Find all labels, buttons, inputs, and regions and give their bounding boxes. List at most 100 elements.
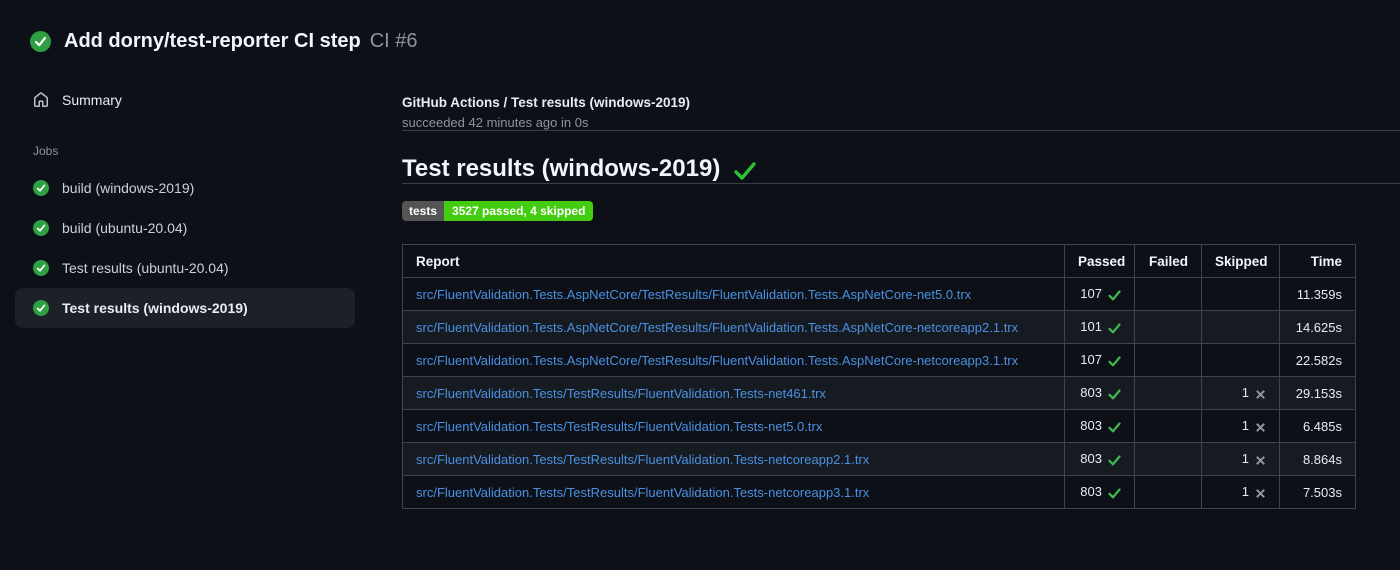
sidebar: Summary Jobs build (windows-2019) build … — [0, 53, 400, 328]
success-check-icon — [733, 161, 757, 181]
sidebar-item-job[interactable]: build (windows-2019) — [15, 168, 355, 208]
column-header-time: Time — [1279, 244, 1356, 278]
failed-cell — [1134, 409, 1202, 443]
tests-badge-label: tests — [402, 201, 445, 221]
sidebar-item-job[interactable]: build (ubuntu-20.04) — [15, 208, 355, 248]
passed-count: 803 — [1080, 418, 1102, 433]
tests-badge-value: 3527 passed, 4 skipped — [444, 201, 594, 221]
jobs-section-label: Jobs — [33, 144, 59, 158]
summary-label: Summary — [62, 92, 122, 108]
passed-check-icon — [1108, 320, 1121, 335]
table-row: src/FluentValidation.Tests/TestResults/F… — [402, 475, 1356, 509]
failed-cell — [1134, 376, 1202, 410]
passed-check-icon — [1108, 485, 1121, 500]
passed-cell: 101 — [1064, 310, 1135, 344]
column-header-passed: Passed — [1064, 244, 1135, 278]
job-label: build (ubuntu-20.04) — [62, 220, 188, 236]
skipped-cross-icon — [1255, 419, 1266, 434]
report-link[interactable]: src/FluentValidation.Tests.AspNetCore/Te… — [416, 353, 1018, 368]
section-title: Test results (windows-2019) — [402, 155, 721, 182]
passed-check-icon — [1108, 353, 1121, 368]
main-content: GitHub Actions / Test results (windows-2… — [400, 53, 1400, 509]
check-circle-icon — [33, 180, 49, 196]
skipped-cell: 1 — [1201, 475, 1280, 509]
skipped-count: 1 — [1241, 385, 1249, 400]
time-value: 8.864s — [1279, 442, 1356, 476]
table-row: src/FluentValidation.Tests.AspNetCore/Te… — [402, 343, 1356, 377]
tests-badge: tests 3527 passed, 4 skipped — [402, 201, 594, 221]
passed-cell: 803 — [1064, 376, 1135, 410]
column-header-failed: Failed — [1134, 244, 1202, 278]
failed-cell — [1134, 475, 1202, 509]
time-value: 29.153s — [1279, 376, 1356, 410]
passed-count: 803 — [1080, 484, 1102, 499]
time-value: 11.359s — [1279, 277, 1356, 311]
report-link[interactable]: src/FluentValidation.Tests.AspNetCore/Te… — [416, 287, 971, 302]
time-value: 6.485s — [1279, 409, 1356, 443]
time-value: 22.582s — [1279, 343, 1356, 377]
passed-cell: 803 — [1064, 409, 1135, 443]
skipped-cell: 1 — [1201, 376, 1280, 410]
time-value: 7.503s — [1279, 475, 1356, 509]
run-title: Add dorny/test-reporter CI step — [64, 30, 361, 52]
run-header: Add dorny/test-reporter CI step CI #6 — [0, 0, 1400, 53]
check-circle-icon — [33, 220, 49, 236]
check-circle-icon — [33, 300, 49, 316]
section-heading: Test results (windows-2019) — [402, 155, 1400, 183]
divider — [402, 183, 1400, 184]
skipped-cross-icon — [1255, 386, 1266, 401]
column-header-report: Report — [402, 244, 1065, 278]
failed-cell — [1134, 343, 1202, 377]
passed-count: 107 — [1080, 286, 1102, 301]
passed-check-icon — [1108, 419, 1121, 434]
check-run-status: succeeded 42 minutes ago in 0s — [402, 115, 589, 130]
skipped-cross-icon — [1255, 452, 1266, 467]
skipped-cell — [1201, 343, 1280, 377]
home-icon — [33, 92, 49, 108]
passed-count: 803 — [1080, 451, 1102, 466]
divider — [402, 130, 1400, 131]
column-header-skipped: Skipped — [1201, 244, 1280, 278]
skipped-count: 1 — [1241, 451, 1249, 466]
passed-check-icon — [1108, 386, 1121, 401]
passed-cell: 107 — [1064, 343, 1135, 377]
skipped-count: 1 — [1241, 418, 1249, 433]
sidebar-item-job[interactable]: Test results (windows-2019) — [15, 288, 355, 328]
passed-cell: 107 — [1064, 277, 1135, 311]
sidebar-item-job[interactable]: Test results (ubuntu-20.04) — [15, 248, 355, 288]
check-circle-icon — [33, 260, 49, 276]
report-link[interactable]: src/FluentValidation.Tests/TestResults/F… — [416, 386, 826, 401]
report-link[interactable]: src/FluentValidation.Tests/TestResults/F… — [416, 452, 869, 467]
passed-count: 803 — [1080, 385, 1102, 400]
skipped-cell — [1201, 277, 1280, 311]
passed-cell: 803 — [1064, 442, 1135, 476]
skipped-count: 1 — [1241, 484, 1249, 499]
report-link[interactable]: src/FluentValidation.Tests.AspNetCore/Te… — [416, 320, 1018, 335]
table-row: src/FluentValidation.Tests/TestResults/F… — [402, 376, 1356, 410]
passed-check-icon — [1108, 452, 1121, 467]
table-row: src/FluentValidation.Tests.AspNetCore/Te… — [402, 310, 1356, 344]
table-row: src/FluentValidation.Tests/TestResults/F… — [402, 409, 1356, 443]
table-row: src/FluentValidation.Tests.AspNetCore/Te… — [402, 277, 1356, 311]
skipped-cell: 1 — [1201, 442, 1280, 476]
table-row: src/FluentValidation.Tests/TestResults/F… — [402, 442, 1356, 476]
job-label: build (windows-2019) — [62, 180, 195, 196]
failed-cell — [1134, 310, 1202, 344]
run-success-check-circle-icon — [30, 31, 51, 52]
report-link[interactable]: src/FluentValidation.Tests/TestResults/F… — [416, 485, 869, 500]
jobs-list: build (windows-2019) build (ubuntu-20.04… — [15, 168, 355, 328]
passed-count: 107 — [1080, 352, 1102, 367]
skipped-cell — [1201, 310, 1280, 344]
job-label: Test results (ubuntu-20.04) — [62, 260, 229, 276]
passed-check-icon — [1108, 287, 1121, 302]
passed-count: 101 — [1080, 319, 1102, 334]
test-results-table: Report Passed Failed Skipped Time src/Fluent… — [402, 244, 1356, 509]
run-number: CI #6 — [369, 30, 418, 52]
time-value: 14.625s — [1279, 310, 1356, 344]
failed-cell — [1134, 442, 1202, 476]
page-layout: Summary Jobs build (windows-2019) build … — [0, 53, 1400, 509]
report-link[interactable]: src/FluentValidation.Tests/TestResults/F… — [416, 419, 822, 434]
job-label: Test results (windows-2019) — [62, 300, 248, 316]
sidebar-item-summary[interactable]: Summary — [15, 86, 355, 114]
passed-cell: 803 — [1064, 475, 1135, 509]
